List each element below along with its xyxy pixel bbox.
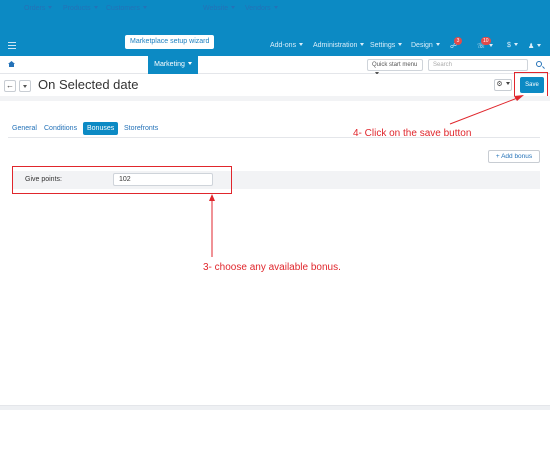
nav-vendors-label: Vendors (245, 5, 271, 12)
administration-menu[interactable]: Administration (313, 42, 365, 49)
nav-products-label: Products (63, 5, 91, 12)
title-dropdown-button[interactable] (19, 80, 31, 92)
header-divider (0, 96, 550, 101)
tab-general[interactable]: General (8, 122, 41, 135)
home-icon[interactable] (8, 61, 15, 67)
gear-icon: ⚙ (496, 81, 503, 88)
annotation-step3: 3- choose any available bonus. (203, 262, 341, 273)
tab-conditions[interactable]: Conditions (40, 122, 81, 135)
nav-website-label: Website (203, 5, 229, 12)
nav-orders[interactable]: Orders (24, 5, 53, 12)
menu-icon[interactable] (8, 42, 16, 49)
footer-divider (0, 405, 550, 410)
settings-menu[interactable]: Settings (370, 42, 403, 49)
settings-label: Settings (370, 42, 396, 49)
currency-menu[interactable]: $ (507, 42, 518, 49)
annotation-step4: 4- Click on the save button (353, 128, 472, 139)
nav-vendors[interactable]: Vendors (245, 5, 278, 12)
notifications-badge: 3 (454, 37, 462, 45)
user-icon[interactable]: ♟ (528, 42, 542, 50)
chevron-down-icon (23, 85, 27, 88)
addons-menu[interactable]: Add-ons (270, 42, 304, 49)
arrow-head-bonus (209, 194, 215, 201)
design-label: Design (411, 42, 433, 49)
bonus-highlight-box (12, 166, 232, 194)
page-title: On Selected date (38, 77, 139, 92)
arrow-to-save (449, 96, 521, 125)
tab-storefronts[interactable]: Storefronts (120, 122, 162, 135)
search-icon[interactable] (536, 61, 542, 67)
add-bonus-button[interactable]: + Add bonus (488, 150, 540, 163)
settings-gear-button[interactable]: ⚙ (494, 79, 512, 91)
quick-start-label: Quick start menu (372, 62, 418, 68)
nav-website[interactable]: Website (203, 5, 236, 12)
save-highlight-box (514, 72, 548, 98)
search-input[interactable]: Search (428, 59, 528, 71)
nav-marketing-label: Marketing (154, 61, 185, 68)
nav-orders-label: Orders (24, 5, 46, 12)
design-menu[interactable]: Design (411, 42, 440, 49)
nav-products[interactable]: Products (63, 5, 98, 12)
messages-badge: 10 (481, 37, 491, 45)
addons-label: Add-ons (270, 42, 297, 49)
marketplace-wizard-button[interactable]: Marketplace setup wizard (125, 35, 215, 49)
quick-start-menu[interactable]: Quick start menu (367, 59, 423, 75)
back-button[interactable]: ← (4, 80, 16, 92)
tab-bonuses[interactable]: Bonuses (83, 122, 119, 135)
nav-customers-label: Customers (106, 5, 140, 12)
administration-label: Administration (313, 42, 358, 49)
nav-customers[interactable]: Customers (106, 5, 147, 12)
currency-label: $ (507, 42, 511, 49)
nav-marketing[interactable]: Marketing (148, 56, 198, 74)
